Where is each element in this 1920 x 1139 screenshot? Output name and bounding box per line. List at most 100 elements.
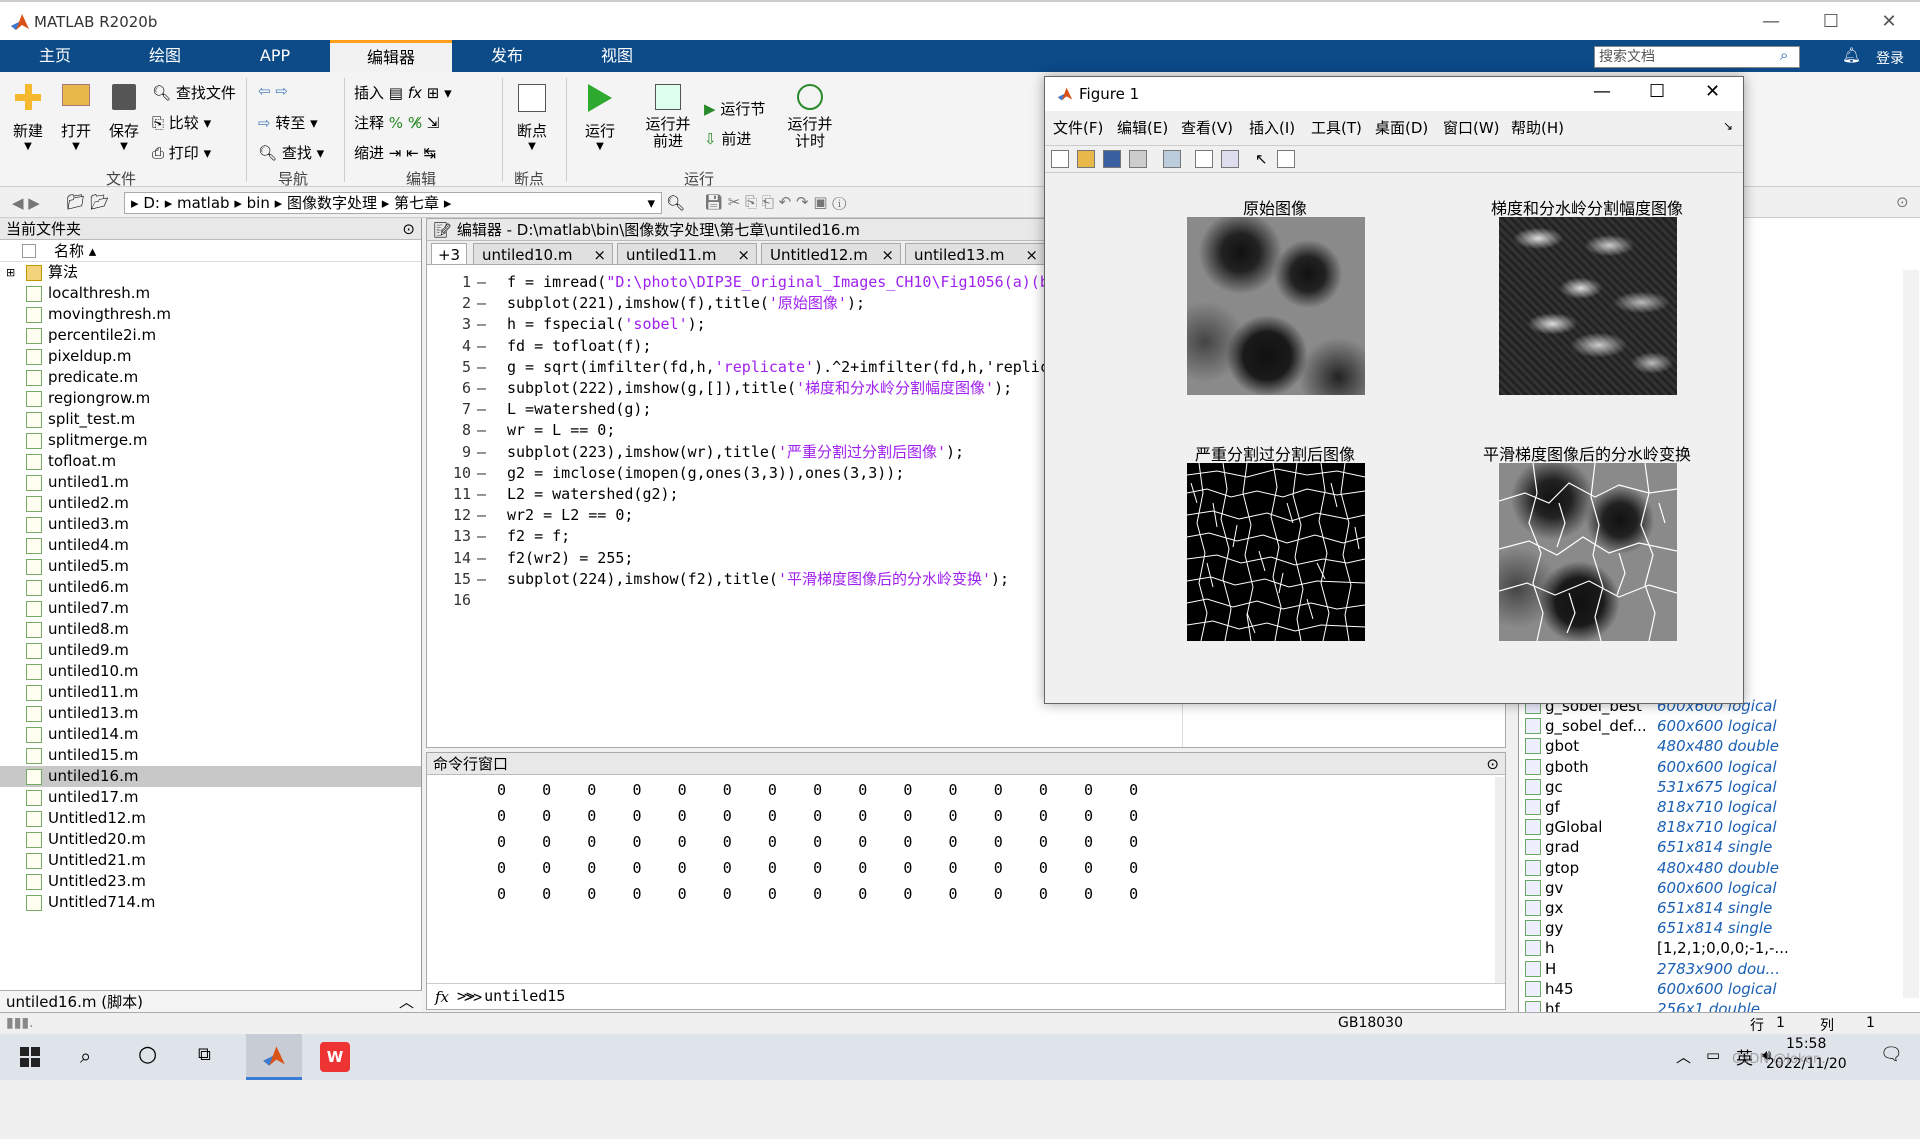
windows-start-icon[interactable] — [20, 1047, 40, 1067]
workspace-row[interactable]: gtop 480x480 double — [1519, 858, 1899, 878]
expand-icon[interactable]: ⊞ — [6, 262, 15, 283]
print-button[interactable]: ⎙ 打印 ▾ — [152, 142, 211, 163]
cortana-icon[interactable]: ○ — [138, 1042, 157, 1067]
insert-button[interactable]: 插入 ▤ fx ⊞ ▾ — [354, 82, 452, 103]
workspace-row[interactable]: gf 818x710 logical — [1519, 797, 1899, 817]
breakpoint-marker[interactable]: — — [477, 566, 486, 592]
advance-button[interactable]: ⇩ 前进 — [704, 128, 751, 149]
folder-item[interactable]: ⊞ 算法 — [0, 262, 421, 283]
link-plot-icon[interactable] — [1163, 150, 1181, 168]
wps-app-icon[interactable]: W — [320, 1042, 350, 1072]
file-item[interactable]: untiled14.m — [0, 724, 421, 745]
print-figure-icon[interactable] — [1129, 150, 1147, 168]
comment-button[interactable]: 注释 % %̸ ⇲ — [354, 112, 439, 133]
minimize-button[interactable]: — — [1748, 8, 1794, 36]
maximize-button[interactable]: ☐ — [1808, 8, 1854, 36]
chevron-down-icon[interactable]: ⊙ — [1896, 193, 1909, 211]
property-editor-icon[interactable] — [1277, 150, 1295, 168]
workspace-row[interactable]: g_sobel_def... 600x600 logical — [1519, 716, 1899, 736]
pointer-icon[interactable]: ↖ — [1255, 150, 1268, 168]
matlab-taskbar-button[interactable] — [246, 1034, 302, 1080]
find-files-button[interactable]: 🔍︎ 查找文件 — [152, 82, 236, 103]
insert-colorbar-icon[interactable] — [1195, 150, 1213, 168]
command-input[interactable]: fx >> — [427, 983, 1505, 1009]
search-documentation-input[interactable]: 搜索文档 — [1594, 46, 1800, 68]
clock-time[interactable]: 15:58 — [1786, 1036, 1826, 1052]
file-item[interactable]: untiled15.m — [0, 745, 421, 766]
workspace-row[interactable]: gGlobal 818x710 logical — [1519, 817, 1899, 837]
new-button[interactable]: 新建 ▼ — [8, 84, 48, 152]
file-item[interactable]: untiled8.m — [0, 619, 421, 640]
new-figure-icon[interactable] — [1051, 150, 1069, 168]
workspace-row[interactable]: h [1,2,1;0,0,0;-1,-... — [1519, 938, 1899, 958]
file-item[interactable]: untiled11.m — [0, 682, 421, 703]
file-item[interactable]: Untitled21.m — [0, 850, 421, 871]
compare-button[interactable]: ⎘ 比较 ▾ — [152, 112, 211, 133]
figure-menu-desktop[interactable]: 桌面(D) — [1375, 117, 1428, 139]
close-icon[interactable]: × — [1025, 244, 1038, 266]
notification-center-icon[interactable]: 🗨︎ — [1880, 1044, 1903, 1065]
file-item[interactable]: untiled4.m — [0, 535, 421, 556]
open-file-icon[interactable] — [1077, 150, 1095, 168]
file-item[interactable]: untiled7.m — [0, 598, 421, 619]
workspace-row[interactable]: gy 651x814 single — [1519, 918, 1899, 938]
breakpoints-button[interactable]: 断点 ▼ — [510, 84, 554, 152]
maximize-button[interactable]: ☐ — [1649, 81, 1665, 102]
file-item[interactable]: splitmerge.m — [0, 430, 421, 451]
tab-home[interactable]: 主页 — [0, 40, 110, 72]
login-link[interactable]: 登录 — [1876, 48, 1904, 68]
panel-menu-icon[interactable]: ⊙ — [1486, 753, 1499, 775]
file-item[interactable]: untiled13.m — [0, 703, 421, 724]
find-button[interactable]: 🔍︎ 查找 ▾ — [258, 142, 324, 163]
file-item[interactable]: untiled2.m — [0, 493, 421, 514]
search-icon[interactable]: ⌕ — [1780, 46, 1788, 64]
current-path[interactable]: ▸ D: ▸ matlab ▸ bin ▸ 图像数字处理 ▸ 第七章 ▸ ▾ — [124, 192, 662, 214]
file-item[interactable]: split_test.m — [0, 409, 421, 430]
save-button[interactable]: 保存 ▼ — [104, 84, 144, 152]
indent-button[interactable]: 缩进 ⇥ ⇤ ↹ — [354, 142, 436, 163]
scrollbar[interactable] — [1903, 270, 1919, 998]
file-item[interactable]: tofloat.m — [0, 451, 421, 472]
task-view-icon[interactable]: ⧉ — [198, 1044, 211, 1065]
figure-menu-help[interactable]: 帮助(H) — [1511, 117, 1564, 139]
file-item[interactable]: untiled1.m — [0, 472, 421, 493]
editor-tab[interactable]: untiled13.m × — [905, 243, 1045, 265]
file-item[interactable]: percentile2i.m — [0, 325, 421, 346]
close-button[interactable]: ✕ — [1705, 81, 1720, 102]
workspace-row[interactable]: gbot 480x480 double — [1519, 736, 1899, 756]
file-item[interactable]: pixeldup.m — [0, 346, 421, 367]
save-figure-icon[interactable] — [1103, 150, 1121, 168]
figure-menu-file[interactable]: 文件(F) — [1053, 117, 1103, 139]
minimize-button[interactable]: — — [1593, 81, 1611, 102]
editor-tab[interactable]: Untitled12.m × — [761, 243, 901, 265]
tab-plots[interactable]: 绘图 — [110, 40, 220, 72]
file-item[interactable]: untiled16.m — [0, 766, 421, 787]
workspace-row[interactable]: h45 600x600 logical — [1519, 979, 1899, 999]
run-button[interactable]: 运行 ▼ — [578, 84, 622, 152]
workspace-row[interactable]: gv 600x600 logical — [1519, 878, 1899, 898]
more-tabs-button[interactable]: +3 — [431, 243, 467, 265]
workspace-row[interactable]: gc 531x675 logical — [1519, 777, 1899, 797]
file-item[interactable]: predicate.m — [0, 367, 421, 388]
tab-apps[interactable]: APP — [220, 40, 330, 72]
browse-folder-icon[interactable]: 📂︎ — [90, 193, 109, 211]
up-folder-icon[interactable]: 📁︎ — [66, 193, 85, 211]
insert-legend-icon[interactable] — [1221, 150, 1239, 168]
file-item[interactable]: untiled5.m — [0, 556, 421, 577]
back-forward-icon[interactable]: ◀ ▶ — [12, 194, 40, 212]
close-button[interactable]: ✕ — [1866, 8, 1912, 36]
file-item[interactable]: untiled17.m — [0, 787, 421, 808]
scrollbar[interactable] — [1495, 777, 1505, 983]
close-icon[interactable]: × — [593, 244, 606, 266]
editor-tab[interactable]: untiled11.m × — [617, 243, 757, 265]
search-folder-icon[interactable]: 🔍︎ — [666, 194, 685, 212]
close-icon[interactable]: × — [881, 244, 894, 266]
file-item[interactable]: untiled3.m — [0, 514, 421, 535]
back-forward-icon[interactable]: ⇦ ⇨ — [258, 82, 288, 100]
notification-icon[interactable]: 🔔︎ — [1842, 46, 1861, 64]
panel-menu-icon[interactable]: ⊙ — [402, 218, 415, 240]
figure-menu-insert[interactable]: 插入(I) — [1249, 117, 1295, 139]
tray-chevron-up-icon[interactable]: ︿ — [1676, 1046, 1691, 1067]
figure-menu-window[interactable]: 窗口(W) — [1443, 117, 1500, 139]
run-and-advance-button[interactable]: 运行并 前进 — [640, 84, 696, 150]
